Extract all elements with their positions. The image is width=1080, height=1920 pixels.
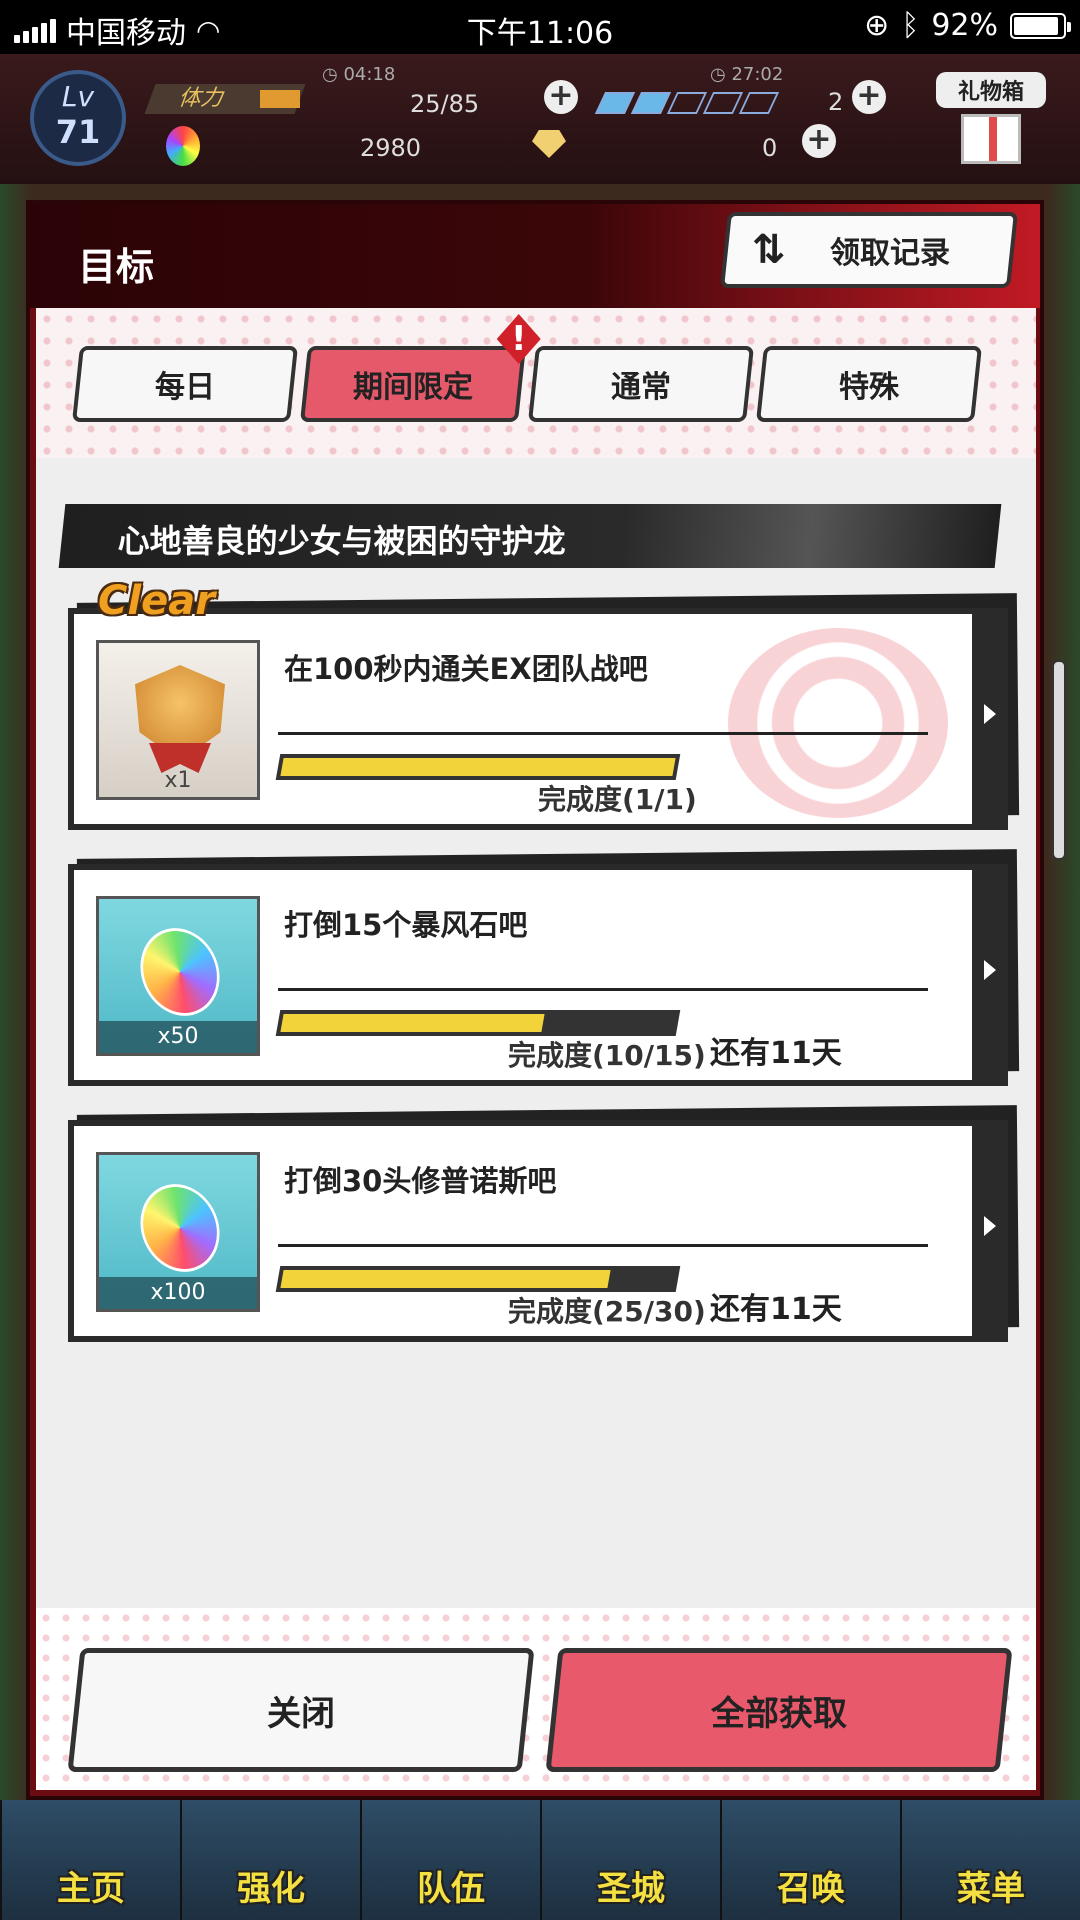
- cleared-stamp: [728, 628, 948, 818]
- bluetooth-icon: ᛒ: [901, 8, 920, 43]
- level-label: Lv: [61, 80, 95, 113]
- crystal-icon: [532, 130, 566, 158]
- gem-value: 2980: [360, 134, 422, 162]
- mission-list[interactable]: 心地善良的少女与被困的守护龙 x1 Clear 在100秒内通关EX团队战吧 完…: [36, 458, 1036, 1608]
- gift-box-label: 礼物箱: [936, 72, 1046, 108]
- add-bolt-button[interactable]: +: [852, 80, 886, 114]
- scrollbar[interactable]: [1052, 660, 1066, 860]
- stamina-value: 25/85: [410, 90, 480, 118]
- mission-item[interactable]: x50 打倒15个暴风石吧 完成度(10/15) 还有11天: [68, 849, 1020, 1086]
- battery-percent: 92%: [931, 8, 998, 43]
- nav-summon[interactable]: 召唤: [720, 1800, 900, 1920]
- reward-slot[interactable]: x100: [96, 1152, 260, 1312]
- rainbow-gem-icon: [126, 915, 234, 1029]
- claim-history-button[interactable]: ⇅ 领取记录: [720, 212, 1018, 288]
- gift-box-button[interactable]: 礼物箱: [936, 72, 1046, 182]
- stamina-timer: ◷ 04:18: [322, 64, 396, 85]
- chevron-right-icon: [984, 960, 996, 980]
- dialog-body: 每日 期间限定! 通常 特殊 心地善良的少女与被困的守护龙 x1 Clear 在…: [36, 308, 1036, 1790]
- reward-quantity: x1: [164, 768, 192, 793]
- gift-icon: [961, 114, 1021, 164]
- level-badge[interactable]: Lv 71: [30, 70, 126, 166]
- days-remaining: 还有11天: [710, 1292, 842, 1327]
- reward-slot[interactable]: x50: [96, 896, 260, 1056]
- rotation-lock-icon: ⊕: [864, 8, 890, 43]
- tab-normal[interactable]: 通常: [528, 346, 754, 422]
- reward-quantity: x50: [99, 1021, 257, 1053]
- nav-home[interactable]: 主页: [0, 1800, 180, 1920]
- nav-enhance[interactable]: 强化: [180, 1800, 360, 1920]
- game-header: Lv 71 体力 ◷ 04:18 25/85 + ◷ 27:02 2 + 298…: [0, 54, 1080, 184]
- tab-bar: 每日 期间限定! 通常 特殊: [72, 346, 982, 422]
- mission-title: 打倒15个暴风石吧: [284, 908, 528, 942]
- chevron-right-icon: [984, 1216, 996, 1236]
- claim-all-button[interactable]: 全部获取: [545, 1648, 1013, 1772]
- mission-title: 打倒30头修普诺斯吧: [284, 1164, 557, 1198]
- progress-text: 完成度(25/30): [508, 1295, 706, 1328]
- battery-icon: [1010, 12, 1071, 39]
- reward-quantity: x100: [99, 1277, 257, 1309]
- crystal-value: 0: [762, 134, 778, 162]
- add-crystal-button[interactable]: +: [802, 124, 836, 158]
- dialog-title: 目标: [78, 245, 155, 289]
- progress-bar: [275, 754, 681, 780]
- tab-limited-time[interactable]: 期间限定!: [300, 346, 526, 422]
- nav-party[interactable]: 队伍: [360, 1800, 540, 1920]
- section-title: 心地善良的少女与被困的守护龙: [117, 522, 566, 560]
- dialog-footer: 关闭 全部获取: [36, 1608, 1036, 1790]
- mission-item[interactable]: x1 Clear 在100秒内通关EX团队战吧 完成度(1/1): [68, 578, 1020, 830]
- status-bar: 中国移动 ◠ 下午11:06 ⊕ ᛒ 92%: [0, 0, 1080, 54]
- mission-item[interactable]: x100 打倒30头修普诺斯吧 完成度(25/30) 还有11天: [68, 1105, 1020, 1342]
- claim-history-label: 领取记录: [829, 236, 950, 271]
- dialog-header: 目标 ⇅ 领取记录: [30, 204, 1040, 308]
- bottom-nav: 主页 强化 队伍 圣城 召唤 菜单: [0, 1800, 1080, 1920]
- mission-title: 在100秒内通关EX团队战吧: [284, 652, 648, 686]
- chevron-right-icon: [984, 704, 996, 724]
- bolt-timer: ◷ 27:02: [710, 64, 784, 85]
- progress-bar: [275, 1266, 681, 1292]
- section-header: 心地善良的少女与被困的守护龙: [58, 504, 1002, 568]
- progress-text: 完成度(1/1): [538, 783, 697, 816]
- add-stamina-button[interactable]: +: [544, 80, 578, 114]
- close-button[interactable]: 关闭: [67, 1648, 535, 1772]
- level-value: 71: [55, 113, 101, 151]
- tab-daily[interactable]: 每日: [72, 346, 298, 422]
- days-remaining: 还有11天: [710, 1036, 842, 1071]
- nav-holy-city[interactable]: 圣城: [540, 1800, 720, 1920]
- bolt-gauge: [594, 92, 780, 114]
- swap-icon: ⇅: [752, 227, 786, 273]
- stamina-bar: [260, 90, 300, 108]
- progress-bar: [275, 1010, 681, 1036]
- gem-icon: [166, 126, 200, 166]
- tab-special[interactable]: 特殊: [756, 346, 982, 422]
- bolt-value: 2: [828, 88, 844, 116]
- progress-text: 完成度(10/15): [508, 1039, 706, 1072]
- nav-menu[interactable]: 菜单: [900, 1800, 1080, 1920]
- clear-badge: Clear: [98, 578, 215, 624]
- reward-slot[interactable]: x1: [96, 640, 260, 800]
- missions-dialog: 目标 ⇅ 领取记录 每日 期间限定! 通常 特殊 心地善良的少女与被困的守护龙: [26, 200, 1044, 1800]
- rainbow-gem-icon: [126, 1171, 234, 1285]
